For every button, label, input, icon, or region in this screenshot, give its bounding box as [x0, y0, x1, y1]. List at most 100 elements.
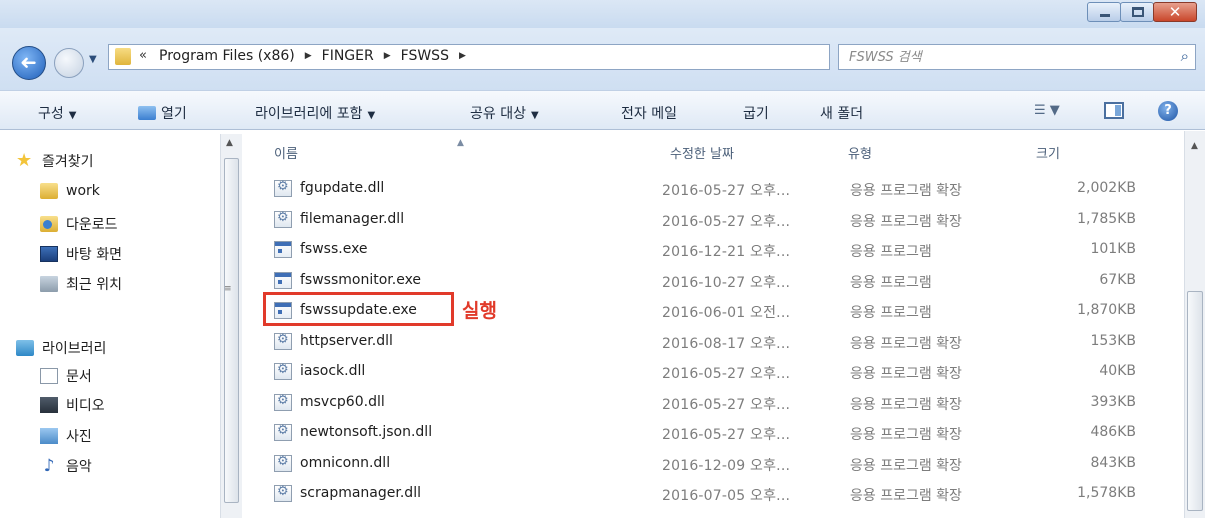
column-header-size[interactable]: 크기 — [1036, 143, 1060, 162]
nav-label: 비디오 — [66, 398, 105, 414]
file-size: 843KB — [1090, 454, 1136, 471]
table-row[interactable]: iasock.dll 2016-05-27 오후... 응용 프로그램 확장 40KB — [270, 360, 1150, 384]
column-header-type[interactable]: 유형 — [848, 143, 872, 162]
search-input[interactable] — [839, 45, 1159, 69]
minimize-icon — [1100, 14, 1110, 17]
maximize-button[interactable] — [1120, 2, 1154, 22]
table-row[interactable]: omniconn.dll 2016-12-09 오후... 응용 프로그램 확장 84… — [270, 452, 1150, 476]
navigation-scrollbar[interactable]: ▲ ≡ — [220, 134, 242, 518]
nav-work[interactable]: work — [40, 183, 100, 199]
recent-places-icon — [40, 276, 58, 292]
forward-button[interactable] — [54, 48, 84, 78]
maximize-icon — [1132, 7, 1144, 17]
dll-file-icon — [274, 484, 292, 502]
file-size: 153KB — [1090, 332, 1136, 349]
open-button[interactable]: 열기 — [138, 103, 187, 123]
open-icon — [138, 106, 156, 120]
organize-button[interactable]: 구성 ▼ — [38, 103, 76, 123]
back-button[interactable] — [12, 46, 46, 80]
file-name: filemanager.dll — [300, 210, 405, 227]
nav-recent[interactable]: 최근 위치 — [40, 274, 122, 294]
file-type: 응용 프로그램 확장 — [850, 396, 962, 413]
breadcrumb-item[interactable]: FSWSS — [401, 48, 449, 64]
star-icon: ★ — [16, 150, 33, 171]
chevron-down-icon: ▼ — [530, 110, 539, 121]
search-box: ⌕ — [838, 44, 1196, 70]
title-bar: ✕ — [0, 0, 1205, 28]
table-row[interactable]: httpserver.dll 2016-08-17 오후... 응용 프로그램 확장… — [270, 330, 1150, 354]
sort-ascending-icon: ▲ — [457, 138, 464, 148]
table-row[interactable]: msvcp60.dll 2016-05-27 오후... 응용 프로그램 확장 393… — [270, 391, 1150, 415]
file-date: 2016-06-01 오전... — [662, 305, 791, 321]
overflow-chevron[interactable]: « — [139, 48, 147, 63]
column-header-name[interactable]: 이름 — [274, 143, 298, 162]
video-icon — [40, 397, 58, 413]
music-icon: ♪ — [43, 456, 55, 476]
table-row[interactable]: fswss.exe 2016-12-21 오후... 응용 프로그램 101KB — [270, 238, 1150, 262]
nav-label: 음악 — [66, 459, 92, 475]
file-type: 응용 프로그램 확장 — [850, 488, 962, 504]
breadcrumb-item[interactable]: FINGER — [322, 48, 374, 64]
close-button[interactable]: ✕ — [1153, 2, 1197, 22]
application-icon — [274, 271, 292, 289]
nav-music[interactable]: ♪ 음악 — [40, 456, 92, 476]
nav-label: 사진 — [66, 429, 92, 445]
table-row[interactable]: newtonsoft.json.dll 2016-05-27 오후... 응용 프로… — [270, 421, 1150, 445]
scrollbar-thumb[interactable] — [1187, 291, 1203, 511]
file-type: 응용 프로그램 — [850, 244, 932, 260]
file-date: 2016-10-27 오후... — [662, 274, 791, 291]
chevron-right-icon[interactable]: ▶ — [459, 51, 466, 61]
file-date: 2016-12-09 오후... — [662, 457, 791, 474]
annotation-highlight-box — [263, 292, 454, 326]
preview-pane-icon[interactable] — [1104, 102, 1124, 119]
table-row[interactable]: fgupdate.dll 2016-05-27 오후... 응용 프로그램 확장 2,… — [270, 177, 1150, 201]
chevron-right-icon[interactable]: ▶ — [305, 51, 312, 61]
file-size: 2,002KB — [1077, 180, 1136, 196]
table-row[interactable]: scrapmanager.dll 2016-07-05 오후... 응용 프로그램 … — [270, 482, 1150, 506]
column-header-date[interactable]: 수정한 날짜 — [670, 143, 734, 162]
table-row[interactable]: fswssmonitor.exe 2016-10-27 오후... 응용 프로그램 6… — [270, 269, 1150, 293]
folder-icon — [115, 48, 131, 65]
view-options-icon[interactable]: ☰ ▼ — [1034, 103, 1060, 118]
file-date: 2016-05-27 오후... — [662, 396, 791, 413]
scrollbar-thumb[interactable] — [224, 158, 239, 503]
include-library-button[interactable]: 라이브러리에 포함 ▼ — [255, 103, 375, 123]
dll-file-icon — [274, 454, 292, 472]
file-list-scrollbar[interactable]: ▲ — [1184, 131, 1205, 518]
email-button[interactable]: 전자 메일 — [621, 103, 677, 123]
address-bar[interactable]: « Program Files (x86) ▶ FINGER ▶ FSWSS ▶… — [108, 44, 937, 70]
file-type: 응용 프로그램 확장 — [850, 427, 962, 443]
address-row: ▼ « Program Files (x86) ▶ FINGER ▶ FSWSS… — [0, 28, 1205, 90]
nav-pictures[interactable]: 사진 — [40, 426, 92, 446]
breadcrumb: Program Files (x86) ▶ FINGER ▶ FSWSS ▶ — [159, 48, 476, 64]
scroll-up-icon[interactable]: ▲ — [1191, 141, 1198, 151]
recent-pages-dropdown-icon[interactable]: ▼ — [89, 54, 97, 65]
search-icon[interactable]: ⌕ — [1181, 47, 1189, 65]
chevron-down-icon: ▼ — [367, 110, 376, 121]
nav-downloads[interactable]: 다운로드 — [40, 214, 118, 234]
nav-favorites[interactable]: ★ 즐겨찾기 — [16, 151, 94, 171]
chevron-right-icon[interactable]: ▶ — [384, 51, 391, 61]
dll-file-icon — [274, 423, 292, 441]
application-icon — [274, 241, 292, 258]
share-button[interactable]: 공유 대상 ▼ — [470, 103, 539, 123]
new-folder-button[interactable]: 새 폴더 — [820, 103, 863, 123]
nav-label: 다운로드 — [66, 217, 118, 233]
nav-documents[interactable]: 문서 — [40, 366, 92, 386]
nav-videos[interactable]: 비디오 — [40, 395, 105, 415]
file-size: 101KB — [1090, 241, 1136, 257]
nav-desktop[interactable]: 바탕 화면 — [40, 244, 122, 264]
help-icon[interactable]: ? — [1158, 101, 1178, 121]
nav-libraries[interactable]: 라이브러리 — [16, 338, 106, 358]
breadcrumb-item[interactable]: Program Files (x86) — [159, 48, 295, 64]
window-controls: ✕ — [1087, 2, 1197, 22]
table-row[interactable]: filemanager.dll 2016-05-27 오후... 응용 프로그램 확… — [270, 208, 1150, 232]
dll-file-icon — [274, 210, 292, 228]
minimize-button[interactable] — [1087, 2, 1121, 22]
library-icon — [16, 340, 34, 356]
splitter-grip-icon[interactable]: ≡ — [224, 284, 232, 294]
scroll-up-icon[interactable]: ▲ — [226, 138, 233, 148]
document-icon — [40, 368, 58, 384]
burn-button[interactable]: 굽기 — [743, 103, 769, 123]
nav-label: 최근 위치 — [66, 277, 122, 293]
